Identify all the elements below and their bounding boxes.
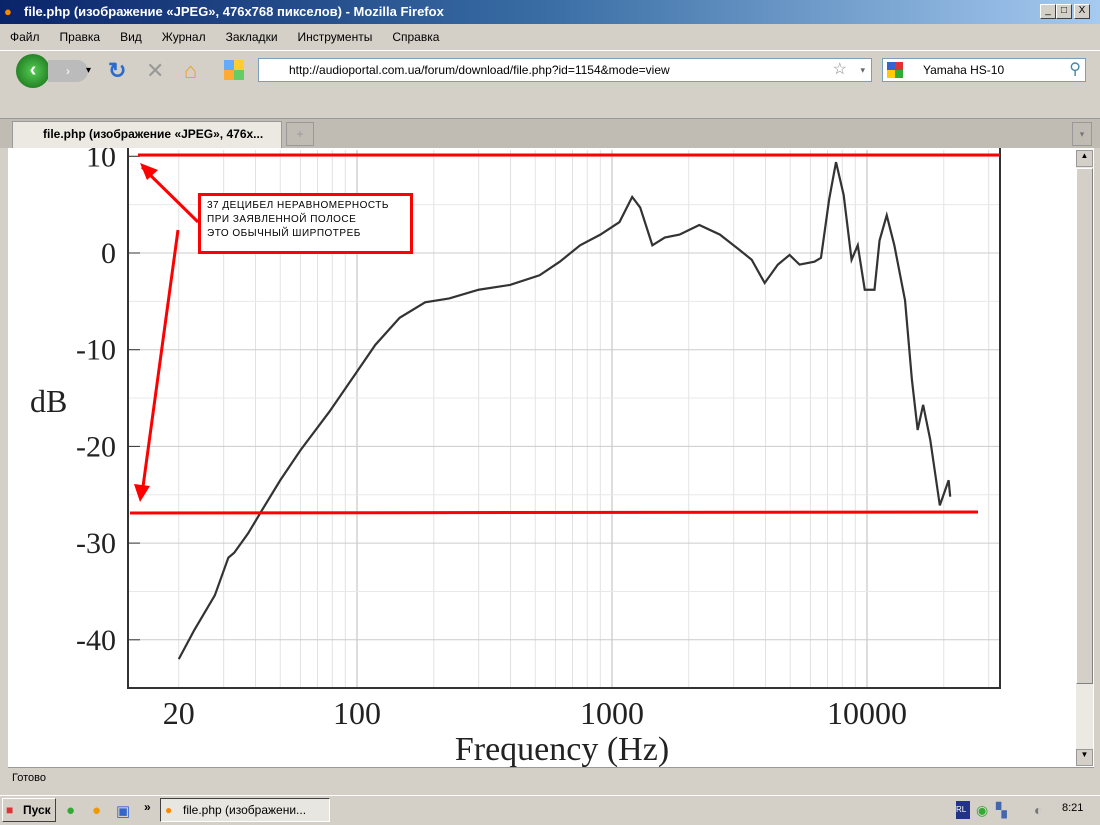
google-engine-icon[interactable]: [887, 62, 903, 78]
x-tick-label: 100: [333, 695, 381, 731]
tab-active[interactable]: file.php (изображение «JPEG», 476x...: [12, 121, 282, 148]
menu-history[interactable]: Журнал: [160, 26, 208, 48]
firefox-icon: ●: [165, 803, 173, 817]
bookmark-star-icon[interactable]: ☆: [833, 59, 847, 81]
vertical-scrollbar[interactable]: ▲ ▼: [1076, 150, 1093, 766]
annotation-line: ПРИ ЗАЯВЛЕННОЙ ПОЛОСЕ: [207, 214, 357, 225]
tray-app-icon[interactable]: ◉: [976, 802, 988, 819]
search-input[interactable]: Yamaha HS-10 ⚲: [882, 58, 1086, 82]
arrow-down: [140, 229, 180, 495]
reload-icon[interactable]: ↻: [108, 60, 126, 82]
url-dropdown-icon[interactable]: ▾: [860, 59, 865, 81]
menu-edit[interactable]: Правка: [58, 26, 103, 48]
y-tick-label: 0: [101, 237, 116, 270]
new-tab-button[interactable]: +: [286, 122, 314, 146]
annotation-line: ЭТО ОБЫЧНЫЙ ШИРПОТРЕБ: [207, 228, 361, 239]
taskbar-firefox-button[interactable]: ● file.php (изображени...: [160, 798, 330, 822]
forward-button[interactable]: ›: [48, 60, 88, 82]
windows-logo-icon: ■: [6, 803, 14, 817]
y-tick-label: 10: [86, 148, 116, 173]
search-text: Yamaha HS-10: [923, 63, 1005, 77]
scroll-down-button[interactable]: ▼: [1076, 749, 1093, 766]
url-text: http://audioportal.com.ua/forum/download…: [289, 63, 670, 77]
x-axis-label: Frequency (Hz): [455, 731, 669, 767]
y-tick-label: -10: [76, 334, 116, 367]
stop-icon[interactable]: ✕: [146, 60, 164, 82]
image-viewport: 10 0 -10 -20 -30 -40 20 100 1000 10000 dB Frequency…: [8, 148, 1094, 767]
menu-bookmarks[interactable]: Закладки: [224, 26, 280, 48]
x-tick-label: 10000: [827, 695, 907, 731]
start-button[interactable]: ■ Пуск: [2, 798, 56, 822]
language-indicator[interactable]: RL: [956, 801, 970, 819]
x-tick-label: 20: [163, 695, 195, 731]
tab-list-button[interactable]: ▾: [1072, 122, 1092, 146]
arrowhead-down: [134, 484, 150, 502]
annotation-box: 37 ДЕЦИБЕЛ НЕРАВНОМЕРНОСТЬ ПРИ ЗАЯВЛЕННО…: [198, 193, 413, 254]
y-tick-label: -30: [76, 527, 116, 560]
scroll-thumb[interactable]: [1076, 168, 1093, 684]
menu-bar: Файл Правка Вид Журнал Закладки Инструме…: [8, 26, 441, 48]
close-button[interactable]: X: [1074, 4, 1090, 19]
tab-label: file.php (изображение «JPEG», 476x...: [43, 127, 264, 141]
taskbar-task-label: file.php (изображени...: [183, 803, 307, 817]
maximize-button[interactable]: □: [1056, 4, 1072, 19]
menu-view[interactable]: Вид: [118, 26, 144, 48]
y-tick-label: -20: [76, 430, 116, 463]
speed-dial-icon[interactable]: [224, 60, 244, 80]
lower-limit-line: [129, 510, 979, 515]
y-axis-label: dB: [30, 383, 67, 419]
history-dropdown-icon[interactable]: ▾: [86, 60, 91, 82]
clock: 8:21: [1062, 802, 1084, 814]
tray-speaker-icon[interactable]: ◐: [1034, 802, 1042, 818]
window-title: file.php (изображение «JPEG», 476x768 пи…: [24, 4, 444, 19]
aimp-icon[interactable]: ●: [92, 802, 101, 819]
notepad-icon[interactable]: ▣: [116, 802, 130, 820]
arrowhead-up: [140, 163, 158, 180]
quicklaunch-chevron[interactable]: »: [144, 800, 151, 814]
x-tick-label: 1000: [580, 695, 644, 731]
search-magnifier-icon[interactable]: ⚲: [1069, 59, 1081, 81]
title-bar: ● file.php (изображение «JPEG», 476x768 п…: [0, 0, 1100, 24]
menu-help[interactable]: Справка: [390, 26, 441, 48]
menu-tools[interactable]: Инструменты: [296, 26, 375, 48]
status-bar: Готово: [8, 767, 1094, 789]
back-button[interactable]: ‹: [16, 54, 50, 88]
start-label: Пуск: [23, 803, 51, 817]
menu-file[interactable]: Файл: [8, 26, 42, 48]
firefox-icon: ●: [4, 4, 12, 19]
y-tick-label: -40: [76, 624, 116, 657]
scroll-up-button[interactable]: ▲: [1076, 150, 1093, 167]
annotation-line: 37 ДЕЦИБЕЛ НЕРАВНОМЕРНОСТЬ: [207, 200, 389, 211]
frequency-response-chart: 100-10-20-30-4020 100 1000 10000dBFrequency…: [30, 148, 1001, 767]
status-text: Готово: [12, 772, 46, 784]
network-icon[interactable]: ▚: [996, 802, 1007, 819]
home-icon[interactable]: ⌂: [184, 60, 197, 82]
minimize-button[interactable]: _: [1040, 4, 1056, 19]
url-input[interactable]: http://audioportal.com.ua/forum/download…: [258, 58, 872, 82]
utorrent-icon[interactable]: ●: [66, 802, 75, 819]
